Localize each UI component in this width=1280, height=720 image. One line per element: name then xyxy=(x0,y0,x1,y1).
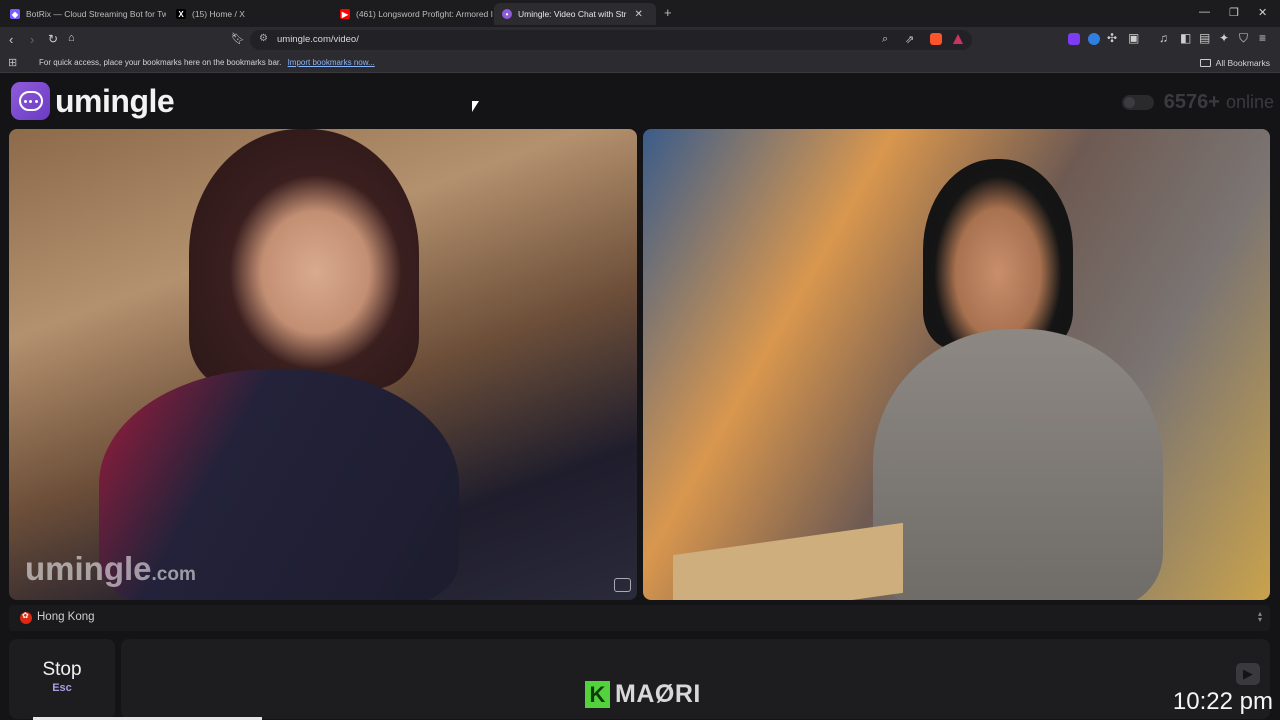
tab-umingle[interactable]: • Umingle: Video Chat with Str ✕ xyxy=(494,3,656,25)
brave-rewards-icon[interactable] xyxy=(953,34,963,44)
location-name: Hong Kong xyxy=(37,611,95,623)
video-subject xyxy=(189,129,419,389)
home-icon[interactable]: ⌂ xyxy=(68,32,75,44)
share-icon[interactable]: ⇗ xyxy=(905,33,914,46)
back-icon[interactable]: ‹ xyxy=(9,32,13,47)
streamer-name: MAØRI xyxy=(615,680,701,708)
all-bookmarks-label: All Bookmarks xyxy=(1215,58,1270,68)
folder-icon xyxy=(1199,59,1211,67)
restore-icon[interactable]: ❐ xyxy=(1229,6,1239,19)
zoom-icon[interactable]: ⌕ xyxy=(882,33,888,46)
stranger-video: umingle.com xyxy=(9,129,637,600)
send-icon[interactable]: ▶ xyxy=(1236,663,1260,685)
tab-youtube[interactable]: ▶ (461) Longsword Profight: Armored I xyxy=(332,3,494,25)
streamer-brand: K MAØRI xyxy=(585,680,701,709)
video-subject-body xyxy=(873,329,1163,600)
tab-strip: ◆ BotRix — Cloud Streaming Bot for Tw X … xyxy=(0,0,1280,27)
sidebar-icon[interactable]: ◧ xyxy=(1180,31,1191,45)
all-bookmarks-button[interactable]: All Bookmarks xyxy=(1199,58,1270,68)
tab-x-home[interactable]: X (15) Home / X xyxy=(168,3,332,25)
x-icon: X xyxy=(176,9,186,19)
menu-icon[interactable]: ≡ xyxy=(1259,31,1266,45)
tab-title: (461) Longsword Profight: Armored I xyxy=(356,9,494,19)
youtube-icon: ▶ xyxy=(340,9,350,19)
minimize-icon[interactable]: — xyxy=(1199,6,1210,18)
stop-shortcut: Esc xyxy=(52,682,72,694)
tab-title: BotRix — Cloud Streaming Bot for Tw xyxy=(26,9,166,19)
theme-toggle[interactable] xyxy=(1121,95,1154,110)
chat-bubble-icon xyxy=(11,82,50,120)
tab-title: Umingle: Video Chat with Str xyxy=(518,9,627,19)
chevron-updown-icon[interactable]: ▴ ▾ xyxy=(1258,610,1262,624)
bookmarks-message: For quick access, place your bookmarks h… xyxy=(39,58,282,67)
extension-box-icon[interactable]: ▣ xyxy=(1128,31,1139,45)
clock: 10:22 pm xyxy=(1172,688,1273,715)
umingle-page: umingle 6576+ online umingle.com Hong Ko… xyxy=(0,74,1280,720)
forward-icon[interactable]: › xyxy=(30,32,34,47)
media-icon[interactable]: ♫ xyxy=(1159,31,1168,45)
tab-botrix[interactable]: ◆ BotRix — Cloud Streaming Bot for Tw xyxy=(2,3,166,25)
self-video xyxy=(643,129,1270,600)
chat-icon[interactable] xyxy=(614,578,631,592)
location-bar: Hong Kong ▴▾ xyxy=(9,605,1270,631)
import-bookmarks-link[interactable]: Import bookmarks now... xyxy=(288,58,375,67)
address-bar[interactable]: ⚙ umingle.com/video/ ⌕ ⇗ xyxy=(250,30,972,50)
tab-title: (15) Home / X xyxy=(192,9,245,19)
new-tab-button[interactable]: + xyxy=(664,5,672,20)
url-text: umingle.com/video/ xyxy=(277,34,359,45)
vpn-icon[interactable]: ⛉ xyxy=(1239,31,1248,46)
bookmarks-hint: For quick access, place your bookmarks h… xyxy=(39,58,375,67)
extension-twitch-icon[interactable] xyxy=(1068,33,1080,45)
umingle-icon: • xyxy=(502,9,512,19)
hong-kong-flag-icon xyxy=(20,611,32,624)
wallet-icon[interactable]: ▤ xyxy=(1199,31,1210,45)
extensions-puzzle-icon[interactable]: ✣ xyxy=(1107,31,1117,45)
online-count: 6576+ xyxy=(1163,91,1220,113)
online-label: online xyxy=(1225,92,1274,112)
video-subject xyxy=(923,159,1073,349)
logo-text: umingle xyxy=(55,82,175,119)
bookmarks-bar: ⊞ For quick access, place your bookmarks… xyxy=(0,53,1280,73)
kick-logo-icon: K xyxy=(585,681,610,708)
navigation-bar: ‹ › ↻ ⌂ 🔖︎ ⚙ umingle.com/video/ ⌕ ⇗ ✣ ▣ … xyxy=(0,27,1280,53)
close-window-icon[interactable]: ✕ xyxy=(1258,6,1267,19)
mouse-cursor-icon xyxy=(472,101,479,112)
leo-ai-icon[interactable]: ✦ xyxy=(1219,31,1229,45)
apps-grid-icon[interactable]: ⊞ xyxy=(8,56,17,69)
stop-label: Stop xyxy=(42,659,82,680)
brave-shields-icon[interactable] xyxy=(930,33,942,45)
site-logo[interactable]: umingle xyxy=(11,82,175,120)
pizza-box xyxy=(673,522,903,600)
reload-icon[interactable]: ↻ xyxy=(48,32,58,46)
online-indicator: 6576+ online xyxy=(1121,91,1274,114)
site-info-icon[interactable]: ⚙ xyxy=(259,33,268,44)
stop-button[interactable]: Stop Esc xyxy=(9,639,115,719)
close-tab-icon[interactable]: ✕ xyxy=(635,9,643,20)
botrix-icon: ◆ xyxy=(10,9,20,19)
umingle-watermark: umingle.com xyxy=(25,550,196,587)
extension-shield-icon[interactable] xyxy=(1088,33,1100,45)
bookmark-icon[interactable]: 🔖︎ xyxy=(231,32,245,45)
